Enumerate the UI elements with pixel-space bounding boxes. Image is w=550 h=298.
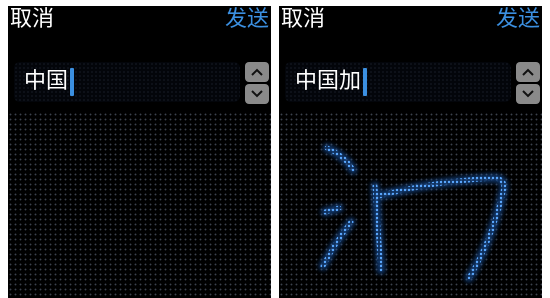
text-cursor: [363, 68, 368, 96]
handwriting-canvas[interactable]: [279, 112, 542, 298]
stepper-down-button[interactable]: [245, 84, 269, 104]
handwriting-canvas[interactable]: [8, 112, 271, 298]
input-row: 中国加: [279, 56, 542, 112]
top-bar: 取消 发送: [8, 6, 271, 46]
text-field-content: 中国: [24, 66, 75, 98]
text-cursor: [70, 68, 75, 96]
screenshot: 取消 发送 中国 取消 发送 中国加: [0, 0, 550, 298]
handwriting-screen-2: 取消 发送 中国加: [279, 6, 542, 298]
handwritten-strokes: [318, 143, 509, 283]
stepper-down-button[interactable]: [516, 84, 540, 104]
chevron-up-icon: [251, 68, 263, 76]
text-field-value: 中国加: [295, 69, 362, 94]
chevron-down-icon: [522, 90, 534, 98]
top-bar: 取消 发送: [279, 6, 542, 46]
text-field[interactable]: 中国加: [285, 62, 511, 102]
chevron-up-icon: [522, 68, 534, 76]
candidate-stepper: [245, 62, 269, 104]
chevron-down-icon: [251, 90, 263, 98]
handwriting-screen-1: 取消 发送 中国: [8, 6, 271, 298]
stepper-up-button[interactable]: [516, 62, 540, 82]
send-button[interactable]: 发送: [225, 6, 269, 34]
send-button[interactable]: 发送: [496, 6, 540, 34]
text-field[interactable]: 中国: [14, 62, 240, 102]
candidate-stepper: [516, 62, 540, 104]
cancel-button[interactable]: 取消: [281, 6, 325, 34]
text-field-content: 中国加: [295, 66, 368, 98]
cancel-button[interactable]: 取消: [10, 6, 54, 34]
stepper-up-button[interactable]: [245, 62, 269, 82]
text-field-value: 中国: [24, 69, 69, 94]
input-row: 中国: [8, 56, 271, 112]
